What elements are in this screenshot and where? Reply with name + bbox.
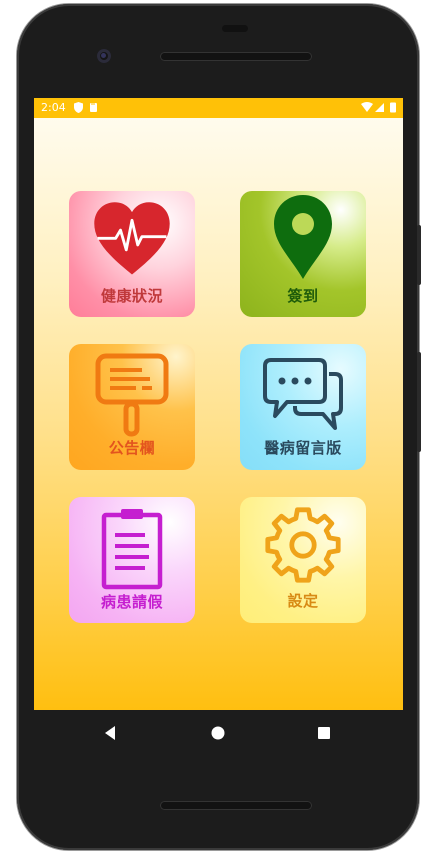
status-system-icons (361, 102, 397, 116)
tile-label: 醫病留言版 (264, 439, 342, 457)
tile-patient-leave[interactable]: 病患請假 (69, 497, 195, 623)
gear-icon (265, 507, 341, 583)
app-screen: 2:04 健康狀況 簽到 公告欄 醫病留言版 病患請假 設定 (34, 98, 403, 710)
tile-label: 公告欄 (108, 439, 156, 457)
power-button[interactable] (417, 225, 421, 285)
recents-icon (318, 727, 330, 739)
signboard-icon (95, 353, 169, 437)
status-bar: 2:04 (34, 98, 403, 118)
tile-check-in[interactable]: 簽到 (240, 191, 366, 317)
bottom-speaker (160, 801, 312, 810)
home-icon (211, 726, 225, 740)
home-button[interactable] (207, 722, 229, 744)
status-time: 2:04 (41, 101, 66, 114)
tile-bulletin-board[interactable]: 公告欄 (69, 344, 195, 470)
tile-label: 簽到 (287, 287, 319, 305)
recents-button[interactable] (313, 722, 335, 744)
navigation-bar (34, 710, 403, 755)
tile-label: 設定 (287, 592, 319, 610)
status-notification-icons (74, 102, 98, 116)
location-pin-icon (274, 195, 332, 279)
shield-icon (74, 102, 97, 113)
tile-settings[interactable]: 設定 (240, 497, 366, 623)
earpiece-speaker (160, 52, 312, 61)
clipboard-icon (101, 509, 163, 590)
tile-health-status[interactable]: 健康狀況 (69, 191, 195, 317)
heart-pulse-icon (94, 202, 170, 275)
chat-bubbles-icon (263, 358, 343, 430)
tile-label: 健康狀況 (100, 287, 163, 305)
front-camera (97, 49, 111, 63)
proximity-sensor (222, 25, 248, 32)
volume-button[interactable] (417, 352, 421, 452)
tile-message-board[interactable]: 醫病留言版 (240, 344, 366, 470)
back-button[interactable] (100, 722, 122, 744)
wifi-signal-battery-icon (361, 102, 396, 113)
tile-label: 病患請假 (100, 593, 163, 611)
back-icon (105, 726, 115, 740)
